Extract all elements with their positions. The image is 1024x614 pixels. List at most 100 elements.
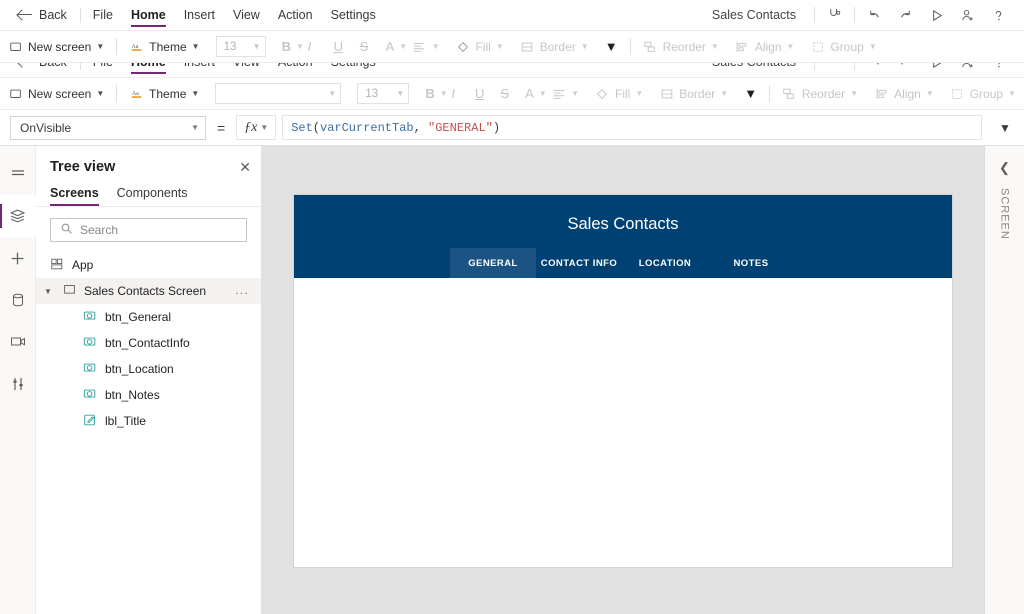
search-input[interactable]: Search: [50, 218, 247, 242]
group-button[interactable]: Group ▼: [802, 34, 884, 60]
font-size-select[interactable]: 13 ▼: [208, 34, 274, 60]
close-icon[interactable]: ✕: [239, 160, 251, 174]
border-icon: [659, 86, 674, 101]
formula-input[interactable]: Set(varCurrentTab, "GENERAL"): [282, 115, 982, 140]
preview-icon[interactable]: [921, 0, 952, 31]
theme-label: Theme: [149, 40, 186, 54]
formula-bar-expand-chevron[interactable]: ▼: [986, 121, 1024, 135]
media-icon[interactable]: [0, 321, 36, 363]
menu-file[interactable]: File: [84, 0, 122, 31]
tab-location[interactable]: LOCATION: [622, 248, 708, 278]
ribbon-divider: [116, 85, 117, 102]
tab-screens[interactable]: Screens: [50, 183, 99, 206]
strikethrough-button[interactable]: S: [352, 34, 378, 60]
tab-general[interactable]: GENERAL: [450, 248, 536, 278]
property-dropdown[interactable]: OnVisible ▼: [10, 116, 206, 140]
insert-plus-icon[interactable]: [0, 237, 36, 279]
underline-button-ghost[interactable]: U: [467, 81, 492, 107]
strikethrough-button-ghost[interactable]: S: [492, 81, 517, 107]
chevron-down-icon: ▼: [191, 90, 199, 98]
back-button[interactable]: Back: [0, 0, 77, 30]
font-name-dropdown-ghost[interactable]: ▼: [215, 83, 341, 104]
bold-button[interactable]: B▼: [274, 34, 300, 60]
chevron-down-icon: ▼: [396, 89, 404, 98]
align-group-button[interactable]: Align ▼: [727, 34, 803, 60]
align-group-button-ghost[interactable]: Align ▼: [866, 81, 942, 107]
button-control-icon: [83, 309, 97, 326]
border-button[interactable]: Border ▼: [512, 34, 597, 60]
group-button-ghost[interactable]: Group ▼: [942, 81, 1024, 107]
hamburger-icon[interactable]: [0, 153, 36, 195]
chevron-down-icon: ▼: [496, 43, 504, 51]
font-color-label-ghost: A: [525, 86, 534, 101]
font-color-button[interactable]: A▼: [378, 34, 404, 60]
fill-button-ghost[interactable]: Fill ▼: [587, 81, 651, 107]
font-size-dropdown[interactable]: 13 ▼: [216, 36, 266, 57]
redo-icon[interactable]: [890, 0, 921, 31]
tree-node-btn-contactinfo[interactable]: btn_ContactInfo: [36, 330, 261, 356]
tree-view-panel: Tree view ✕ Screens Components Search Ap…: [36, 146, 262, 614]
tree-node-lbl-title[interactable]: lbl_Title: [36, 408, 261, 434]
advanced-tools-icon[interactable]: [0, 363, 36, 405]
new-screen-button[interactable]: New screen ▼: [0, 34, 112, 60]
text-align-button-ghost[interactable]: ▼: [543, 81, 587, 107]
app-checker-icon[interactable]: [819, 0, 850, 31]
fx-button[interactable]: ƒx ▼: [236, 115, 276, 140]
formula-token-comma: ,: [414, 121, 428, 135]
menu-home[interactable]: Home: [122, 0, 175, 31]
formula-token-paren-close: ): [493, 121, 500, 135]
bold-button-ghost[interactable]: B▼: [417, 81, 443, 107]
tree-view-tabs: Screens Components: [36, 183, 261, 207]
canvas-area[interactable]: Sales Contacts GENERAL CONTACT INFO LOCA…: [262, 146, 984, 614]
menu-insert[interactable]: Insert: [175, 0, 224, 31]
app-screen-canvas[interactable]: Sales Contacts GENERAL CONTACT INFO LOCA…: [294, 195, 952, 567]
fill-button[interactable]: Fill ▼: [447, 34, 511, 60]
theme-button[interactable]: Aa Theme ▼: [121, 34, 207, 60]
reorder-button[interactable]: Reorder ▼: [635, 34, 727, 60]
new-screen-button-ghost[interactable]: New screen ▼: [0, 81, 112, 107]
tree-node-app[interactable]: App: [36, 252, 261, 278]
menu-divider: [814, 7, 815, 23]
help-icon[interactable]: [983, 0, 1014, 31]
border-button-ghost[interactable]: Border ▼: [651, 81, 736, 107]
tree-node-screen[interactable]: ▼ Sales Contacts Screen ...: [36, 278, 261, 304]
screen-more-icon[interactable]: ...: [235, 285, 249, 297]
menu-bar: Back File Home Insert View Action Settin…: [0, 0, 1024, 31]
ribbon-divider: [630, 38, 631, 55]
chevron-down-icon: ▼: [328, 89, 336, 98]
button-control-icon: [83, 335, 97, 352]
tree-view-icon[interactable]: [0, 195, 36, 237]
fx-label: ƒx: [244, 120, 257, 136]
svg-text:Aa: Aa: [131, 90, 138, 96]
ribbon-overflow-chevron[interactable]: ▼: [597, 39, 626, 54]
tab-notes[interactable]: NOTES: [708, 248, 794, 278]
formula-bar: OnVisible ▼ = ƒx ▼ Set(varCurrentTab, "G…: [0, 110, 1024, 146]
tree-node-btn-location[interactable]: btn_Location: [36, 356, 261, 382]
data-icon[interactable]: [0, 279, 36, 321]
fill-icon: [455, 39, 470, 54]
tab-contact-info[interactable]: CONTACT INFO: [536, 248, 622, 278]
text-align-button[interactable]: ▼: [404, 34, 448, 60]
menu-settings[interactable]: Settings: [322, 0, 385, 31]
chevron-left-icon[interactable]: ❮: [999, 160, 1010, 176]
menu-view[interactable]: View: [224, 0, 269, 31]
share-icon[interactable]: [952, 0, 983, 31]
underline-button[interactable]: U: [326, 34, 352, 60]
chevron-down-icon[interactable]: ▼: [44, 287, 55, 296]
chevron-down-icon: ▼: [720, 90, 728, 98]
chevron-down-icon: ▼: [539, 90, 547, 98]
new-screen-icon: [8, 86, 23, 101]
tab-components[interactable]: Components: [117, 183, 188, 206]
font-name-select-ghost[interactable]: ▼: [207, 81, 349, 107]
theme-button-ghost[interactable]: Aa Theme ▼: [121, 81, 207, 107]
tree-node-btn-general[interactable]: btn_General: [36, 304, 261, 330]
tree-node-btn-notes[interactable]: btn_Notes: [36, 382, 261, 408]
menu-action[interactable]: Action: [269, 0, 322, 31]
ribbon-overflow-chevron-ghost[interactable]: ▼: [736, 86, 765, 101]
undo-icon[interactable]: [859, 0, 890, 31]
font-color-button-ghost[interactable]: A▼: [517, 81, 543, 107]
font-size-select-ghost[interactable]: 13 ▼: [349, 81, 417, 107]
reorder-icon: [643, 39, 658, 54]
font-size-dropdown-ghost[interactable]: 13 ▼: [357, 83, 409, 104]
reorder-button-ghost[interactable]: Reorder ▼: [774, 81, 866, 107]
